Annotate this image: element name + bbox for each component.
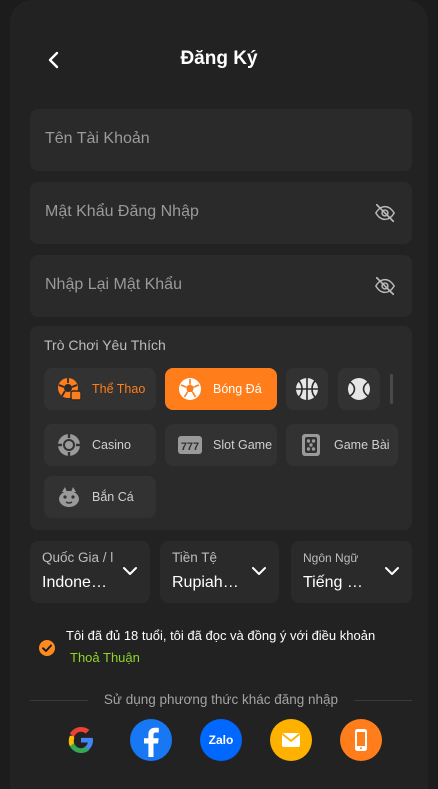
language-select[interactable]: Ngôn Ngữ Tiếng … bbox=[291, 541, 412, 603]
zalo-login-button[interactable]: Zalo bbox=[200, 719, 242, 761]
game-chip-slot[interactable]: 777 Slot Game bbox=[165, 424, 277, 466]
language-label: Ngôn Ngữ bbox=[303, 551, 359, 565]
username-placeholder: Tên Tài Khoản bbox=[45, 130, 150, 147]
header: Đăng Ký bbox=[10, 40, 428, 80]
svg-text:777: 777 bbox=[181, 441, 199, 453]
username-field[interactable]: Tên Tài Khoản bbox=[30, 109, 412, 171]
zalo-icon: Zalo bbox=[209, 733, 234, 747]
tennis-ball-icon bbox=[348, 378, 370, 400]
game-chip-label: Bóng Đá bbox=[213, 381, 262, 396]
chevron-down-icon bbox=[123, 567, 137, 575]
game-chip-label: Game Bài bbox=[334, 437, 390, 452]
email-icon bbox=[281, 733, 301, 747]
alt-login-label: Sử dụng phương thức khác đăng nhập bbox=[103, 692, 339, 707]
country-value: Indone… bbox=[42, 574, 107, 591]
google-login-button[interactable] bbox=[60, 719, 102, 761]
country-select[interactable]: Quốc Gia / l Indone… bbox=[30, 541, 150, 603]
game-chip-soccer[interactable]: Bóng Đá bbox=[165, 368, 277, 410]
terms-text: Tôi đã đủ 18 tuổi, tôi đã đọc và đồng ý … bbox=[66, 628, 376, 643]
phone-login-button[interactable] bbox=[340, 719, 382, 761]
game-chip-label: Slot Game bbox=[213, 437, 273, 452]
password-field[interactable]: Mật Khẩu Đăng Nhập bbox=[30, 182, 412, 244]
currency-label: Tiền Tệ bbox=[172, 550, 218, 565]
confirm-password-field[interactable]: Nhập Lại Mật Khẩu bbox=[30, 255, 412, 317]
terms-link[interactable]: Thoả Thuận bbox=[70, 650, 140, 665]
password-placeholder: Mật Khẩu Đăng Nhập bbox=[45, 203, 199, 220]
game-chip-label: Casino bbox=[92, 437, 131, 452]
casino-chip-icon bbox=[58, 434, 80, 456]
language-value: Tiếng … bbox=[303, 574, 363, 591]
game-chip-card[interactable]: Game Bài bbox=[286, 424, 398, 466]
basketball-icon bbox=[296, 378, 318, 400]
google-icon bbox=[68, 727, 93, 753]
email-login-button[interactable] bbox=[270, 719, 312, 761]
country-label: Quốc Gia / l bbox=[42, 550, 114, 565]
sports-icon bbox=[58, 378, 82, 401]
check-icon bbox=[42, 644, 52, 652]
facebook-icon bbox=[144, 727, 159, 757]
page-title: Đăng Ký bbox=[180, 48, 258, 69]
fish-icon bbox=[59, 487, 79, 507]
game-chip-fishing[interactable]: Bắn Cá bbox=[44, 476, 156, 518]
eye-off-icon[interactable] bbox=[374, 275, 396, 297]
svg-text:Zalo: Zalo bbox=[209, 733, 234, 747]
terms-checkbox[interactable] bbox=[39, 640, 55, 656]
chip-scroll-indicator bbox=[390, 374, 393, 404]
game-chip-tennis[interactable] bbox=[338, 368, 380, 410]
game-chip-casino[interactable]: Casino bbox=[44, 424, 156, 466]
game-chip-label: Thể Thao bbox=[92, 381, 146, 396]
game-chip-basketball[interactable] bbox=[286, 368, 328, 410]
mahjong-tile-icon bbox=[302, 434, 320, 456]
facebook-login-button[interactable] bbox=[130, 719, 172, 761]
currency-select[interactable]: Tiền Tệ Rupiah… bbox=[160, 541, 279, 603]
soccer-ball-icon bbox=[179, 378, 201, 400]
game-chip-sports[interactable]: Thể Thao bbox=[44, 368, 156, 410]
chevron-down-icon bbox=[252, 567, 266, 575]
game-chip-label: Bắn Cá bbox=[92, 489, 134, 504]
currency-value: Rupiah… bbox=[172, 574, 239, 591]
phone-icon bbox=[355, 729, 367, 751]
alt-login-divider: Sử dụng phương thức khác đăng nhập bbox=[30, 690, 412, 710]
confirm-password-placeholder: Nhập Lại Mật Khẩu bbox=[45, 276, 182, 293]
chevron-down-icon bbox=[385, 567, 399, 575]
favorite-games-panel: Trò Chơi Yêu Thích Thể Thao Bóng Đá Casi… bbox=[30, 326, 412, 530]
favorite-games-label: Trò Chơi Yêu Thích bbox=[44, 337, 166, 353]
slot-777-icon: 777 bbox=[178, 436, 202, 454]
eye-off-icon[interactable] bbox=[374, 202, 396, 224]
